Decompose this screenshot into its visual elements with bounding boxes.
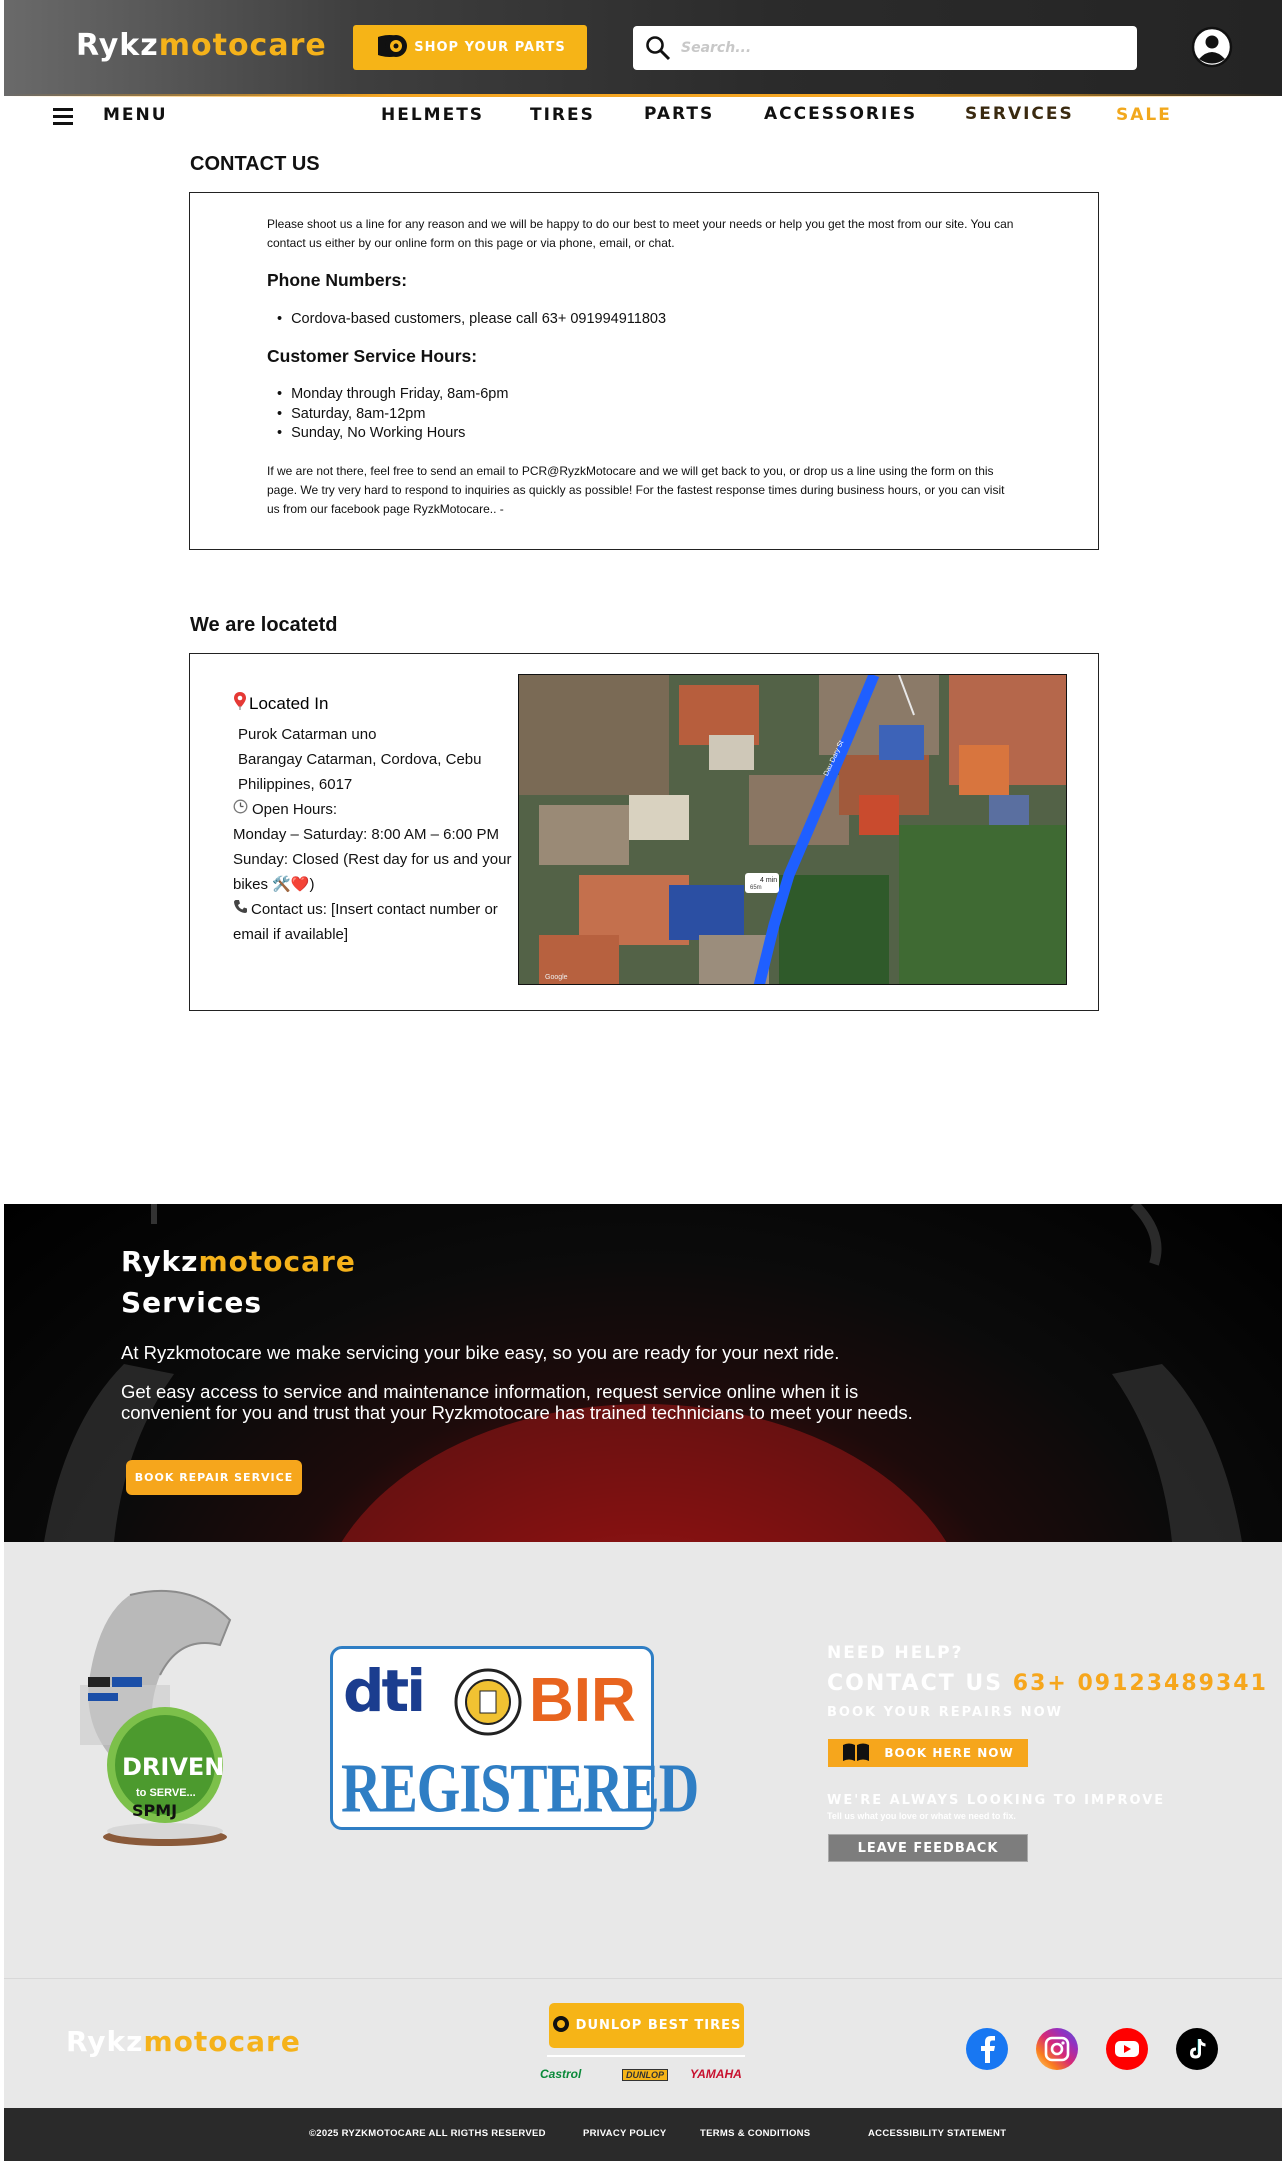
- nav-item-services[interactable]: SERVICES: [965, 104, 1074, 124]
- dunlop-best-tires-button[interactable]: DUNLOP BEST TIRES: [549, 2003, 744, 2048]
- phone-list: Cordova-based customers, please call 63+…: [275, 310, 666, 330]
- user-account-icon[interactable]: [1191, 26, 1233, 73]
- header-accent-rule: [4, 94, 1282, 97]
- shop-button-label: SHOP YOUR PARTS: [414, 40, 566, 55]
- leave-feedback-button[interactable]: LEAVE FEEDBACK: [828, 1834, 1028, 1862]
- location-map[interactable]: 4 min 65m Dau Dary St Google: [518, 674, 1067, 985]
- bir-seal-icon: [453, 1667, 523, 1742]
- dti-bir-registered-badge: dti BIR REGISTERED: [330, 1646, 699, 1830]
- map-route-distance: 65m: [750, 885, 762, 891]
- services-title-part1: Rykz: [121, 1245, 199, 1278]
- need-help-label: NEED HELP?: [827, 1643, 964, 1663]
- address-line: Purok Catarman uno: [238, 726, 377, 743]
- address-line: Barangay Catarman, Cordova, Cebu: [238, 751, 482, 768]
- open-hours-text: Open Hours:: [252, 801, 338, 818]
- service-hours-heading: Customer Service Hours:: [267, 346, 478, 366]
- shop-your-parts-button[interactable]: SHOP YOUR PARTS: [353, 25, 587, 70]
- located-in-text: Located In: [249, 693, 329, 713]
- services-title: Rykzmotocare: [121, 1245, 356, 1278]
- services-paragraph-2b: convenient for you and trust that your R…: [121, 1402, 913, 1423]
- award-word: DRIVEN: [122, 1753, 225, 1781]
- contact-heading: CONTACT US: [190, 153, 320, 175]
- improve-sublabel: Tell us what you love or what we need to…: [827, 1811, 1016, 1821]
- nav-item-tires[interactable]: TIRES: [530, 105, 595, 125]
- nav-item-helmets[interactable]: HELMETS: [381, 105, 484, 125]
- services-paragraph-2a: Get easy access to service and maintenan…: [121, 1381, 859, 1402]
- book-here-now-button[interactable]: BOOK HERE NOW: [828, 1739, 1028, 1767]
- location-contact-cont: email if available]: [233, 926, 349, 943]
- nav-item-parts[interactable]: PARTS: [644, 104, 714, 124]
- brand-divider: [547, 2055, 745, 2057]
- phone-numbers-heading: Phone Numbers:: [267, 270, 408, 290]
- address-line: Philippines, 6017: [238, 776, 353, 793]
- location-contact-text: Contact us: [Insert contact number or: [251, 901, 498, 918]
- contact-phone-number[interactable]: 63+ 09123489341: [1013, 1671, 1268, 1696]
- list-item: Sunday, No Working Hours: [275, 424, 508, 444]
- tire-icon: [552, 2015, 570, 2037]
- contact-us-label: CONTACT US: [827, 1671, 1004, 1696]
- brand-yamaha: YAMAHA: [690, 2067, 742, 2081]
- weekday-hours: Monday – Saturday: 8:00 AM – 6:00 PM: [233, 826, 499, 843]
- open-book-icon: [842, 1742, 870, 1765]
- logo-text-part1: Rykz: [76, 28, 159, 63]
- registered-text: REGISTERED: [341, 1750, 699, 1828]
- privacy-policy-link[interactable]: PRIVACY POLICY: [583, 2128, 667, 2139]
- award-sub: to SERVE...: [136, 1787, 196, 1799]
- logo-text-part2: motocare: [158, 28, 327, 63]
- tiktok-icon[interactable]: [1176, 2028, 1218, 2070]
- search-bar[interactable]: [633, 26, 1137, 70]
- located-in-label: Located In: [233, 692, 328, 715]
- site-logo[interactable]: Rykzmotocare: [76, 28, 327, 63]
- services-paragraph-1: At Ryzkmotocare we make servicing your b…: [121, 1342, 840, 1363]
- instagram-icon[interactable]: [1036, 2028, 1078, 2070]
- book-here-label: BOOK HERE NOW: [884, 1746, 1014, 1760]
- book-repair-service-button[interactable]: BOOK REPAIR SERVICE: [126, 1460, 302, 1495]
- brand-castrol: Castrol: [540, 2067, 582, 2081]
- location-heading: We are locatetd: [190, 614, 338, 636]
- search-input[interactable]: [681, 34, 1121, 62]
- list-item: Monday through Friday, 8am-6pm: [275, 385, 508, 405]
- pin-icon: [233, 692, 247, 715]
- open-hours-label: Open Hours:: [233, 797, 337, 822]
- services-title-part2: motocare: [198, 1245, 356, 1278]
- facebook-icon[interactable]: [966, 2028, 1008, 2070]
- nav-item-sale[interactable]: SALE: [1116, 105, 1172, 125]
- google-watermark: Google: [545, 974, 568, 981]
- tire-icon: [374, 31, 408, 65]
- hours-list: Monday through Friday, 8am-6pm Saturday,…: [275, 385, 508, 444]
- footer-logo[interactable]: Rykzmotocare: [66, 2025, 301, 2058]
- contact-outro-text: If we are not there, feel free to send a…: [267, 464, 1005, 516]
- map-route-time: 4 min: [760, 877, 778, 884]
- terms-conditions-link[interactable]: TERMS & CONDITIONS: [700, 2128, 810, 2139]
- contact-intro-text: Please shoot us a line for any reason an…: [267, 217, 1014, 250]
- phone-icon: [233, 897, 248, 922]
- list-item: Cordova-based customers, please call 63+…: [275, 310, 666, 330]
- clock-icon: [233, 797, 248, 822]
- footer-logo-part1: Rykz: [66, 2025, 144, 2058]
- bir-text: BIR: [529, 1666, 636, 1735]
- improve-label: WE'RE ALWAYS LOOKING TO IMPROVE: [827, 1793, 1166, 1808]
- youtube-icon[interactable]: [1106, 2028, 1148, 2070]
- book-repairs-label: BOOK YOUR REPAIRS NOW: [827, 1705, 1063, 1720]
- award-trophy-image: DRIVEN to SERVE... SPMJ: [70, 1585, 250, 1860]
- accessibility-statement-link[interactable]: ACCESSIBILITY STATEMENT: [868, 2128, 1006, 2139]
- location-contact: Contact us: [Insert contact number or: [233, 897, 498, 922]
- dti-text: dti: [343, 1657, 426, 1725]
- list-item: Saturday, 8am-12pm: [275, 405, 508, 425]
- sunday-hours-cont: bikes 🛠️❤️): [233, 876, 315, 893]
- brand-dunlop: DUNLOP: [622, 2069, 668, 2081]
- services-title-line2: Services: [121, 1286, 263, 1319]
- nav-menu-label[interactable]: MENU: [103, 105, 168, 125]
- contact-us-line: CONTACT US 63+ 09123489341: [827, 1671, 1268, 1696]
- award-org: SPMJ: [132, 1801, 178, 1820]
- copyright-text: ©2025 RYZKMOTOCARE ALL RIGTHS RESERVED: [309, 2128, 546, 2139]
- nav-item-accessories[interactable]: ACCESSORIES: [764, 104, 917, 124]
- sunday-hours: Sunday: Closed (Rest day for us and your: [233, 851, 512, 868]
- footer-logo-part2: motocare: [143, 2025, 301, 2058]
- search-icon[interactable]: [645, 35, 671, 66]
- dunlop-button-label: DUNLOP BEST TIRES: [575, 2018, 742, 2033]
- hamburger-menu-icon[interactable]: [53, 108, 73, 130]
